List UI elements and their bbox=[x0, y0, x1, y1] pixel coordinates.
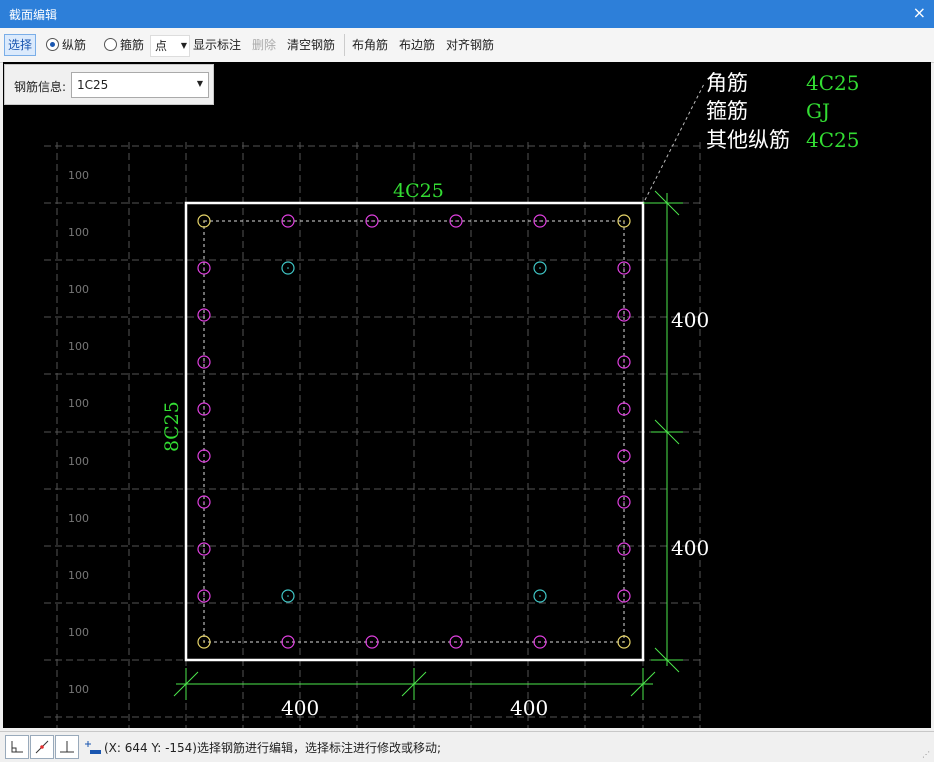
point-mode-value: 点 bbox=[155, 39, 168, 53]
grid-row-label: 100 bbox=[68, 569, 89, 582]
side-rebar-annotation[interactable]: 8C25 bbox=[161, 401, 183, 452]
edge-rebar-center bbox=[455, 220, 457, 222]
title-bar: 截面编辑 × bbox=[0, 0, 934, 28]
dim-bottom-left-label[interactable]: 400 bbox=[281, 696, 319, 720]
stirrup-radio[interactable]: 箍筋 bbox=[104, 35, 144, 55]
dim-bottom-right-label[interactable]: 400 bbox=[510, 696, 548, 720]
corner-rebar-center bbox=[623, 220, 625, 222]
point-mode-select[interactable]: 点 ▼ bbox=[150, 35, 190, 57]
resize-grip-icon[interactable]: ⋰ bbox=[922, 750, 930, 759]
edge-rebar-center bbox=[623, 361, 625, 363]
edge-rebar-center bbox=[623, 501, 625, 503]
top-rebar-annotation[interactable]: 4C25 bbox=[393, 180, 444, 202]
toolbar-divider bbox=[344, 34, 345, 56]
edge-rebar-center bbox=[203, 455, 205, 457]
inner-rebar-center bbox=[539, 267, 541, 269]
edge-rebar-center bbox=[455, 641, 457, 643]
edge-rebar-center bbox=[623, 267, 625, 269]
longitudinal-label: 纵筋 bbox=[62, 38, 87, 52]
chevron-down-icon: ▼ bbox=[196, 79, 203, 88]
edge-rebar-center bbox=[623, 455, 625, 457]
grid-row-label: 100 bbox=[68, 169, 89, 182]
leader-line bbox=[644, 83, 705, 201]
grid-row-label: 100 bbox=[68, 283, 89, 296]
clear-rebar-button[interactable]: 清空钢筋 bbox=[287, 35, 335, 55]
edge-rebar-center bbox=[539, 220, 541, 222]
grid-row-label: 100 bbox=[68, 340, 89, 353]
grid-row-label: 100 bbox=[68, 397, 89, 410]
edge-rebar-center bbox=[623, 595, 625, 597]
grid-row-label: 100 bbox=[68, 683, 89, 696]
corner-rebar-center bbox=[623, 641, 625, 643]
stirrup-label: 箍筋 bbox=[120, 38, 145, 52]
edge-rebar-center bbox=[371, 641, 373, 643]
edge-rebar-center bbox=[203, 408, 205, 410]
grid-row-label: 100 bbox=[68, 626, 89, 639]
align-rebar-button[interactable]: 对齐钢筋 bbox=[446, 35, 494, 55]
rebar-info-select[interactable]: 1C25 ▼ bbox=[71, 72, 209, 98]
edge-rebar-center bbox=[287, 220, 289, 222]
edge-rebar-center bbox=[203, 501, 205, 503]
window-title: 截面编辑 bbox=[9, 8, 58, 22]
add-dimension-icon[interactable] bbox=[80, 735, 104, 759]
radio-checked-icon bbox=[46, 38, 59, 51]
snap-diagonal-icon[interactable] bbox=[30, 735, 54, 759]
status-bar: (X: 644 Y: -154)选择钢筋进行编辑，选择标注进行修改或移动; ⋰ bbox=[0, 731, 934, 762]
rebar-info-label: 钢筋信息: bbox=[14, 80, 67, 94]
legend-corner-label: 角筋 bbox=[706, 71, 748, 95]
show-annotation-button[interactable]: 显示标注 bbox=[193, 35, 241, 55]
radio-unchecked-icon bbox=[104, 38, 117, 51]
select-button[interactable]: 选择 bbox=[4, 34, 37, 56]
edge-rebar-center bbox=[623, 314, 625, 316]
edge-rebar-center bbox=[539, 641, 541, 643]
legend-other-label: 其他纵筋 bbox=[706, 128, 790, 152]
legend-corner-value[interactable]: 4C25 bbox=[806, 71, 859, 95]
edge-rebar-button[interactable]: 布边筋 bbox=[399, 35, 435, 55]
corner-rebar-center bbox=[203, 641, 205, 643]
toolbar: 选择 纵筋 箍筋 点 ▼ 显示标注 删除 清空钢筋 布角筋 布边筋 对齐钢筋 bbox=[0, 28, 934, 63]
longitudinal-radio[interactable]: 纵筋 bbox=[46, 35, 86, 55]
edge-rebar-center bbox=[203, 548, 205, 550]
status-text: (X: 644 Y: -154)选择钢筋进行编辑，选择标注进行修改或移动; bbox=[104, 741, 442, 755]
edge-rebar-center bbox=[287, 641, 289, 643]
perpendicular-icon[interactable] bbox=[55, 735, 79, 759]
edge-rebar-center bbox=[203, 267, 205, 269]
grid-row-label: 100 bbox=[68, 455, 89, 468]
delete-button[interactable]: 删除 bbox=[252, 35, 276, 55]
dim-right-top-label[interactable]: 400 bbox=[671, 308, 709, 332]
corner-rebar-center bbox=[203, 220, 205, 222]
edge-rebar-center bbox=[371, 220, 373, 222]
edge-rebar-center bbox=[203, 595, 205, 597]
legend-stirrup-label: 箍筋 bbox=[706, 99, 748, 123]
edge-rebar-center bbox=[623, 408, 625, 410]
legend-stirrup-value[interactable]: GJ bbox=[806, 99, 830, 123]
inner-rebar-center bbox=[287, 267, 289, 269]
drawing-canvas[interactable]: 100 100 100 100 100 100 100 100 100 100 角筋 4C25 箍… bbox=[3, 62, 931, 728]
edge-rebar-center bbox=[203, 361, 205, 363]
grid-row-label: 100 bbox=[68, 226, 89, 239]
edge-rebar-center bbox=[203, 314, 205, 316]
grid-row-label: 100 bbox=[68, 512, 89, 525]
ortho-icon[interactable] bbox=[5, 735, 29, 759]
edge-rebar-center bbox=[623, 548, 625, 550]
rebar-info-panel: 钢筋信息: 1C25 ▼ bbox=[4, 64, 214, 105]
chevron-down-icon: ▼ bbox=[180, 41, 187, 50]
close-icon[interactable]: × bbox=[913, 3, 926, 22]
corner-rebar-button[interactable]: 布角筋 bbox=[352, 35, 388, 55]
rebar-info-value: 1C25 bbox=[77, 78, 109, 92]
legend-other-value[interactable]: 4C25 bbox=[806, 128, 859, 152]
inner-rebar-center bbox=[539, 595, 541, 597]
dim-right-bottom-label[interactable]: 400 bbox=[671, 536, 709, 560]
inner-rebar-center bbox=[287, 595, 289, 597]
